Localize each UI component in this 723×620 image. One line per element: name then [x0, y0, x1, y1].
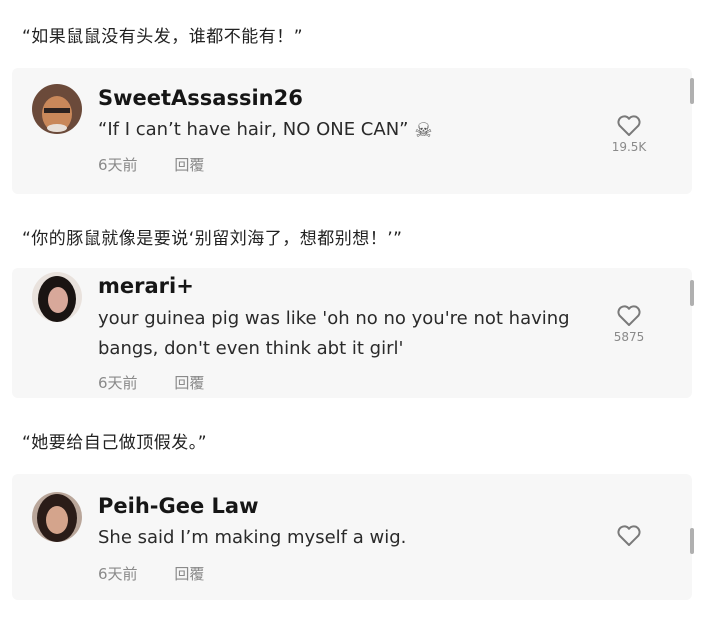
username[interactable]: SweetAssassin26 [98, 86, 303, 110]
like-button[interactable] [604, 524, 654, 550]
reply-button[interactable]: 回覆 [174, 565, 204, 583]
comment-card: Peih-Gee Law She said I’m making myself … [12, 474, 694, 600]
comment-card: SweetAssassin26 “If I can’t have hair, N… [12, 68, 694, 194]
like-count: 19.5K [611, 140, 647, 154]
comment-text-line: bangs, don't even think abt it girl' [98, 338, 404, 359]
comment-text: “If I can’t have hair, NO ONE CAN” ☠ [98, 115, 432, 145]
username[interactable]: Peih-Gee Law [98, 494, 258, 518]
avatar[interactable] [32, 84, 82, 134]
avatar[interactable] [32, 272, 82, 322]
caption-2: “你的豚鼠就像是要说‘别留刘海了，想都别想！’” [22, 229, 403, 249]
like-count: 5875 [613, 330, 645, 344]
heart-outline-icon [617, 305, 641, 326]
heart-outline-icon [617, 525, 641, 546]
heart-outline-icon [617, 115, 641, 136]
comment-meta: 6天前 回覆 [98, 563, 204, 584]
timestamp: 6天前 [98, 156, 138, 174]
scrollbar-edge [690, 78, 694, 104]
comment-meta: 6天前 回覆 [98, 154, 204, 175]
username[interactable]: merari+ [98, 274, 194, 298]
like-button[interactable]: 5875 [604, 304, 654, 344]
reply-button[interactable]: 回覆 [174, 374, 204, 392]
caption-3: “她要给自己做顶假发。” [22, 433, 208, 453]
scrollbar-edge [690, 528, 694, 554]
comment-text-content: “If I can’t have hair, NO ONE CAN” [98, 119, 409, 140]
scrollbar-edge [690, 280, 694, 306]
reply-button[interactable]: 回覆 [174, 156, 204, 174]
caption-1: “如果鼠鼠没有头发，谁都不能有！” [22, 27, 304, 47]
timestamp: 6天前 [98, 565, 138, 583]
avatar[interactable] [32, 492, 82, 542]
skull-crossbones-icon: ☠ [414, 118, 433, 142]
comment-text-line: your guinea pig was like 'oh no no you'r… [98, 308, 570, 329]
timestamp: 6天前 [98, 374, 138, 392]
comment-meta: 6天前 回覆 [98, 372, 204, 393]
comment-text: your guinea pig was like 'oh no no you'r… [98, 304, 570, 364]
comment-text: She said I’m making myself a wig. [98, 527, 407, 548]
comment-card: merari+ your guinea pig was like 'oh no … [12, 268, 694, 398]
like-button[interactable]: 19.5K [604, 114, 654, 154]
